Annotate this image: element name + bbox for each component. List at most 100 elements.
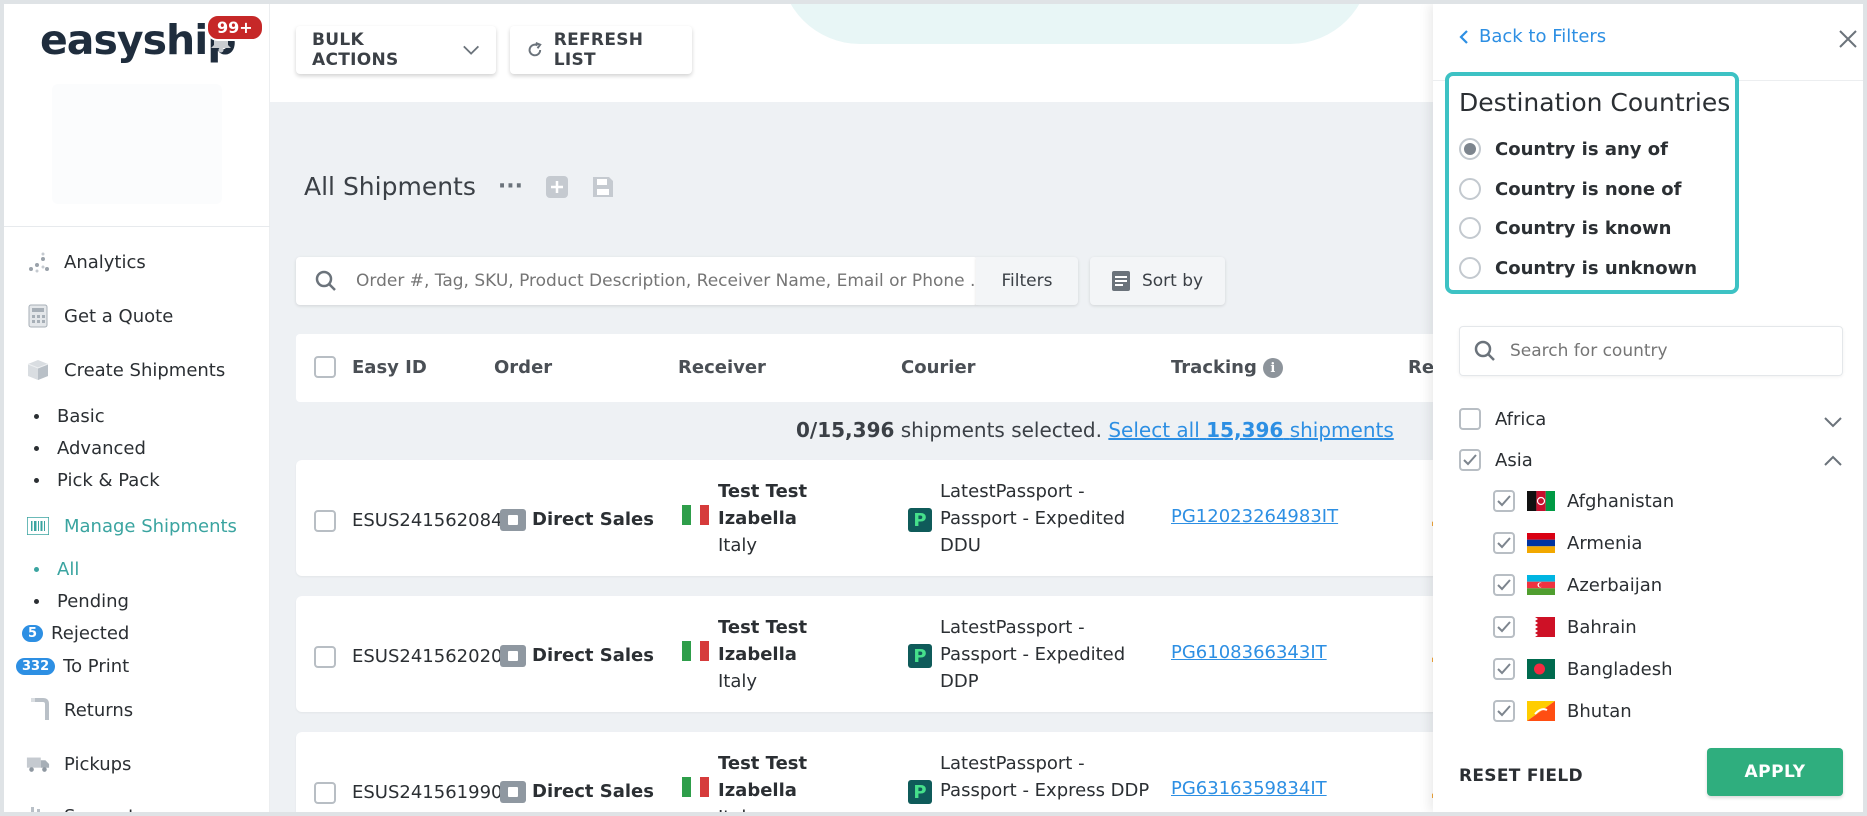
sidebar-item-pickups[interactable]: Pickups (26, 752, 131, 776)
receiver-name-line1: Test Test (718, 617, 808, 638)
country-checkbox[interactable] (1493, 490, 1515, 512)
add-view-icon[interactable] (545, 175, 569, 199)
country-checkbox[interactable] (1493, 700, 1515, 722)
region-checkbox[interactable] (1459, 449, 1481, 471)
country-afghanistan[interactable]: Afghanistan (1493, 490, 1674, 512)
sort-by-button[interactable]: Sort by (1090, 257, 1225, 305)
country-bangladesh[interactable]: Bangladesh (1493, 658, 1673, 680)
row-checkbox[interactable] (314, 646, 336, 668)
to-print-count-badge: 332 (16, 658, 56, 675)
country-checkbox[interactable] (1493, 574, 1515, 596)
destination-countries-box: Destination Countries Country is any of … (1445, 72, 1739, 294)
row-checkbox[interactable] (314, 782, 336, 804)
radio-button[interactable] (1459, 257, 1481, 279)
radio-country-any-of[interactable]: Country is any of (1459, 138, 1668, 160)
sidebar-subitem-all[interactable]: All (34, 559, 79, 580)
radio-country-known[interactable]: Country is known (1459, 217, 1671, 239)
more-options-icon[interactable]: ··· (498, 174, 523, 199)
radio-button[interactable] (1459, 217, 1481, 239)
country-bhutan[interactable]: Bhutan (1493, 700, 1632, 722)
sidebar-item-label: Manage Shipments (64, 515, 237, 537)
courier: LatestPassport - Passport - Expedited DD… (940, 614, 1125, 695)
region-asia[interactable]: Asia (1459, 449, 1843, 471)
easy-id[interactable]: ESUS241562084 (352, 507, 502, 534)
tracking-link[interactable]: PG6108366343IT (1171, 642, 1327, 663)
receiver: Test Test Izabella Italy (718, 750, 807, 812)
close-icon[interactable] (1837, 28, 1859, 50)
box-icon (26, 358, 50, 382)
chevron-up-icon[interactable] (1823, 455, 1843, 467)
page-title-text: All Shipments (304, 172, 476, 201)
radio-country-unknown[interactable]: Country is unknown (1459, 257, 1697, 279)
country-checkbox[interactable] (1493, 658, 1515, 680)
select-all-link[interactable]: Select all 15,396 shipments (1108, 418, 1393, 442)
chevron-down-icon[interactable] (1823, 416, 1843, 428)
sidebar-subitem-pick-pack[interactable]: Pick & Pack (34, 470, 160, 491)
table-row[interactable]: ESUS241562020 Direct Sales Test Test Iza… (296, 596, 1433, 712)
country-label: Bangladesh (1567, 658, 1673, 680)
column-header-courier[interactable]: Courier (901, 357, 976, 378)
refresh-list-button[interactable]: REFRESH LIST (510, 26, 692, 74)
country-label: Bhutan (1567, 700, 1632, 722)
column-header-order[interactable]: Order (494, 357, 552, 378)
sidebar-item-returns[interactable]: Returns (26, 698, 133, 722)
row-checkbox[interactable] (314, 510, 336, 532)
save-view-icon[interactable] (591, 175, 615, 199)
sidebar-item-label: Basic (57, 406, 105, 427)
country-azerbaijan[interactable]: Azerbaijan (1493, 574, 1662, 596)
courier-line2: Passport - Express DDP (940, 780, 1150, 801)
column-header-remarks[interactable]: Rem (1408, 357, 1433, 378)
table-row[interactable]: ESUS241561990 Direct Sales Test Test Iza… (296, 732, 1433, 812)
order-source-label: Direct Sales (532, 509, 654, 530)
region-africa[interactable]: Africa (1459, 408, 1843, 430)
sidebar-subitem-rejected[interactable]: 5 Rejected (22, 623, 129, 644)
sidebar-item-label: Pick & Pack (57, 470, 160, 491)
passport-courier-icon: P (908, 780, 932, 804)
country-armenia[interactable]: Armenia (1493, 532, 1642, 554)
radio-button[interactable] (1459, 138, 1481, 160)
reset-field-button[interactable]: RESET FIELD (1459, 766, 1583, 786)
sidebar-subitem-pending[interactable]: Pending (34, 591, 129, 612)
country-label: Armenia (1567, 532, 1643, 554)
search-input[interactable] (356, 271, 976, 291)
radio-country-none-of[interactable]: Country is none of (1459, 178, 1682, 200)
filters-button[interactable]: Filters (976, 257, 1078, 305)
courier-line3: DDP (940, 671, 979, 692)
select-all-count: 15,396 (1206, 418, 1284, 442)
select-all-checkbox[interactable] (314, 356, 336, 378)
radio-label: Country is unknown (1495, 257, 1698, 279)
region-checkbox[interactable] (1459, 408, 1481, 430)
table-row[interactable]: ESUS241562084 Direct Sales Test Test Iza… (296, 460, 1433, 576)
bulk-actions-button[interactable]: BULK ACTIONS (296, 26, 496, 74)
receiver-name-line2: Izabella (718, 780, 797, 801)
sidebar-subitem-advanced[interactable]: Advanced (34, 438, 146, 459)
info-icon[interactable]: i (1262, 358, 1283, 378)
column-header-receiver[interactable]: Receiver (678, 357, 766, 378)
easy-id[interactable]: ESUS241562020 (352, 643, 502, 670)
sidebar-item-manage-shipments[interactable]: Manage Shipments (26, 514, 237, 538)
easy-id[interactable]: ESUS241561990 (352, 779, 502, 806)
radio-button[interactable] (1459, 178, 1481, 200)
sidebar-item-support[interactable]: Support (26, 804, 135, 816)
order-source: Direct Sales (500, 506, 654, 533)
receiver-country: Italy (718, 535, 758, 556)
sidebar-item-analytics[interactable]: Analytics (26, 250, 146, 274)
country-search-input[interactable] (1510, 341, 1810, 361)
sidebar-subitem-basic[interactable]: Basic (34, 406, 105, 427)
rejected-count-badge: 5 (22, 625, 44, 642)
column-header-tracking[interactable]: Tracking i (1171, 357, 1283, 378)
search-icon (296, 270, 356, 292)
receiver-country: Italy (718, 804, 807, 812)
column-header-easy-id[interactable]: Easy ID (352, 357, 427, 378)
tracking-link[interactable]: PG6316359834IT (1171, 778, 1327, 799)
notification-badge[interactable]: 99+ (206, 14, 264, 41)
country-checkbox[interactable] (1493, 616, 1515, 638)
tracking-link[interactable]: PG12023264983IT (1171, 506, 1338, 527)
sidebar-subitem-to-print[interactable]: 332 To Print (16, 656, 129, 677)
apply-button[interactable]: APPLY (1707, 748, 1843, 796)
sidebar-item-get-a-quote[interactable]: Get a Quote (26, 304, 173, 328)
sidebar-item-create-shipments[interactable]: Create Shipments (26, 358, 225, 382)
country-checkbox[interactable] (1493, 532, 1515, 554)
country-bahrain[interactable]: Bahrain (1493, 616, 1637, 638)
back-to-filters-link[interactable]: Back to Filters (1459, 26, 1606, 47)
